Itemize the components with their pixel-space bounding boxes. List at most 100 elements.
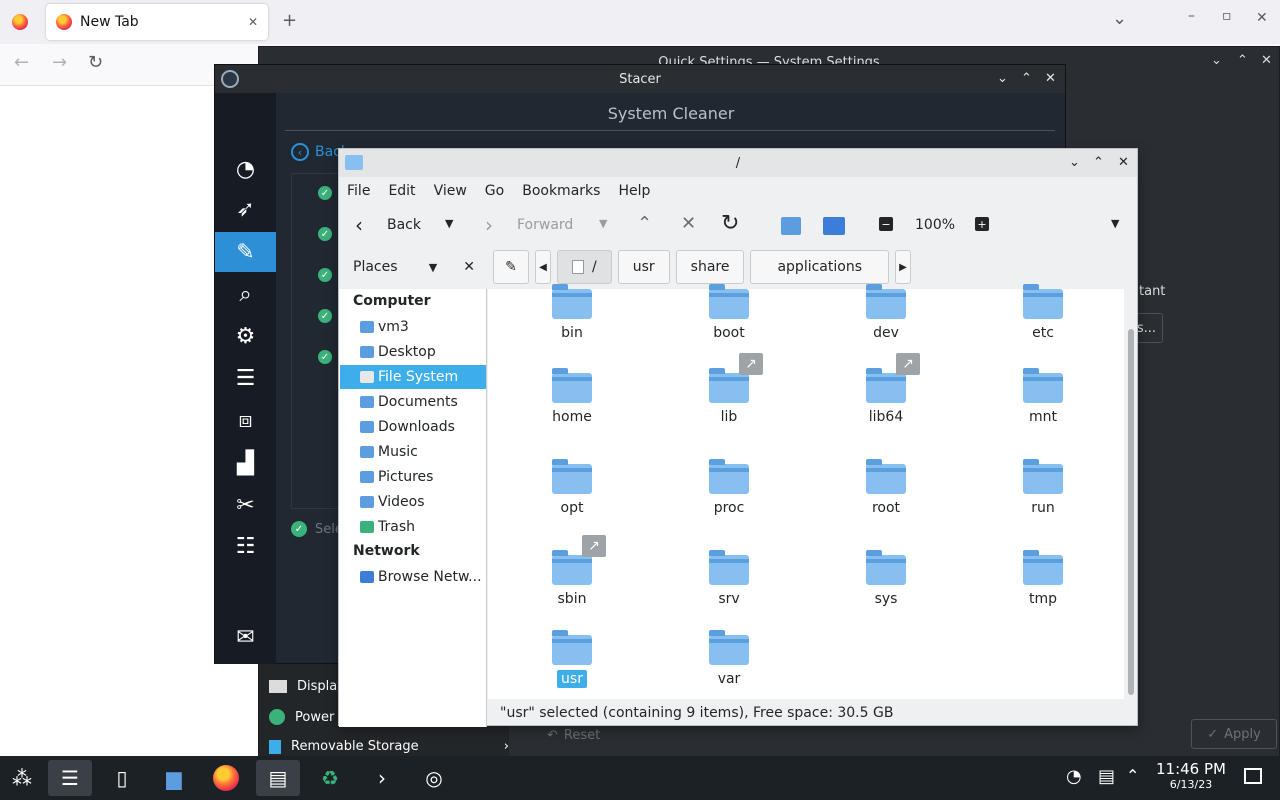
reload-icon[interactable]: ↻ <box>721 211 739 236</box>
folder-item[interactable]: srv <box>681 545 777 607</box>
breadcrumb-usr[interactable]: usr <box>617 250 670 284</box>
reload-icon[interactable]: ↻ <box>88 52 103 73</box>
settings-minimize-icon[interactable]: ⌄ <box>1211 53 1222 68</box>
forward-arrow-icon[interactable]: › <box>485 213 493 237</box>
folder-item[interactable]: mnt <box>995 363 1091 425</box>
scrollbar-thumb[interactable] <box>1128 329 1134 695</box>
check-circle-icon[interactable]: ✓ <box>318 268 332 282</box>
startup-rocket-icon[interactable]: ➶ <box>215 189 276 229</box>
firefox-icon[interactable] <box>204 760 248 796</box>
sidebar-item-removable-storage[interactable]: Removable Storage › <box>269 739 509 754</box>
forward-dropdown-icon[interactable]: ▼ <box>599 217 607 230</box>
place-videos[interactable]: Videos <box>340 490 486 514</box>
folder-item[interactable]: root <box>838 454 934 516</box>
resources-chart-icon[interactable]: ▟ <box>215 443 276 483</box>
sidebar-item-display[interactable]: Display <box>269 679 345 694</box>
folder-item[interactable]: sys <box>838 545 934 607</box>
feedback-icon[interactable]: ✉ <box>215 617 276 657</box>
folder-item[interactable]: usr <box>524 625 620 688</box>
zoom-out-icon[interactable]: − <box>879 217 893 231</box>
stacer-minimize-icon[interactable]: ⌄ <box>997 71 1008 86</box>
tray-expand-icon[interactable]: ⌃ <box>1126 766 1139 785</box>
helpers-tools-icon[interactable]: ✂ <box>215 485 276 525</box>
clipboard-icon[interactable]: ▤ <box>1098 766 1115 787</box>
folder-item[interactable]: proc <box>681 454 777 516</box>
fm-close-icon[interactable]: ✕ <box>1118 155 1129 170</box>
pcmanfm-icon[interactable]: ▤ <box>256 760 300 796</box>
folder-item[interactable]: var <box>681 625 777 687</box>
menu-edit[interactable]: Edit <box>388 183 415 199</box>
settings-close-icon[interactable]: ✕ <box>1261 53 1272 68</box>
places-close-icon[interactable]: ✕ <box>463 259 475 275</box>
list-all-tabs-icon[interactable]: ⌄ <box>1112 8 1127 29</box>
recycle-icon[interactable]: ♻ <box>308 760 352 796</box>
terminal-icon[interactable]: › <box>360 760 404 796</box>
folder-item[interactable]: dev <box>838 279 934 341</box>
place-desktop[interactable]: Desktop <box>340 340 486 364</box>
toolbar-overflow-icon[interactable]: ▼ <box>1111 217 1119 230</box>
home-folder-icon[interactable] <box>781 217 801 235</box>
place-music[interactable]: Music <box>340 440 486 464</box>
settings-maximize-icon[interactable]: ⌃ <box>1237 53 1248 68</box>
folder-item[interactable]: run <box>995 454 1091 516</box>
back-dropdown-icon[interactable]: ▼ <box>445 217 453 230</box>
check-circle-icon[interactable]: ✓ <box>318 350 332 364</box>
check-circle-icon[interactable]: ✓ <box>318 309 332 323</box>
menu-view[interactable]: View <box>434 183 467 199</box>
new-tab-icon[interactable]: + <box>282 10 297 31</box>
folder-item[interactable]: bin <box>524 279 620 341</box>
place-vm3[interactable]: vm3 <box>340 315 486 339</box>
zoom-in-icon[interactable]: + <box>975 217 989 231</box>
folder-item[interactable]: opt <box>524 454 620 516</box>
menu-file[interactable]: File <box>347 183 370 199</box>
stop-icon[interactable]: ✕ <box>681 213 696 234</box>
window-close-icon[interactable]: ✕ <box>1256 10 1268 26</box>
check-circle-icon[interactable]: ✓ <box>318 227 332 241</box>
menu-bookmarks[interactable]: Bookmarks <box>522 183 600 199</box>
stacer-icon[interactable]: ◎ <box>412 760 456 796</box>
menu-go[interactable]: Go <box>485 183 504 199</box>
place-file-system[interactable]: File System <box>340 365 486 389</box>
folder-item[interactable]: etc <box>995 279 1091 341</box>
place-pictures[interactable]: Pictures <box>340 465 486 489</box>
back-button[interactable]: Back <box>387 217 421 233</box>
fm-maximize-icon[interactable]: ⌃ <box>1093 155 1104 170</box>
forward-button[interactable]: Forward <box>517 217 573 233</box>
folder-item[interactable]: ↗ lib64 <box>838 353 934 425</box>
place-downloads[interactable]: Downloads <box>340 415 486 439</box>
stacer-maximize-icon[interactable]: ⌃ <box>1021 71 1032 86</box>
folder-item[interactable]: ↗ sbin <box>524 535 620 607</box>
search-icon[interactable]: ⌕ <box>215 274 276 314</box>
minimize-icon[interactable]: – <box>1188 8 1195 24</box>
sidebar-item-power[interactable]: Power <box>269 709 334 725</box>
fm-minimize-icon[interactable]: ⌄ <box>1069 155 1080 170</box>
close-tab-icon[interactable]: ✕ <box>248 15 258 29</box>
firefox-icon[interactable] <box>12 14 28 30</box>
scrollbar[interactable] <box>1125 289 1137 699</box>
folder-item[interactable]: ↗ lib <box>681 353 777 425</box>
system-settings-icon[interactable]: ☰ <box>48 760 92 796</box>
show-desktop-icon[interactable] <box>1244 768 1262 784</box>
check-circle-icon[interactable]: ✓ <box>318 186 332 200</box>
folder-item[interactable]: boot <box>681 279 777 341</box>
up-icon[interactable]: ⌃ <box>637 213 652 234</box>
settings-sliders-icon[interactable]: ☷ <box>215 526 276 566</box>
place-trash[interactable]: Trash <box>340 515 486 539</box>
services-gears-icon[interactable]: ⚙ <box>215 316 276 356</box>
cleaner-broom-icon[interactable]: ✎ <box>215 232 276 272</box>
processes-icon[interactable]: ☰ <box>215 358 276 398</box>
uninstaller-icon[interactable]: ⧈ <box>215 400 276 440</box>
menu-help[interactable]: Help <box>618 183 650 199</box>
apply-button[interactable]: ✓ Apply <box>1191 719 1277 749</box>
forward-icon[interactable]: → <box>52 52 67 73</box>
app-launcher-icon[interactable]: ⁂ <box>0 760 44 796</box>
select-all-checkbox[interactable]: ✓ Sele <box>291 521 343 537</box>
stacer-close-icon[interactable]: ✕ <box>1045 71 1056 86</box>
text-file-icon[interactable]: ▯ <box>100 760 144 796</box>
place-browse-network[interactable]: Browse Netw... <box>340 565 486 589</box>
dashboard-icon[interactable]: ◔ <box>215 149 276 189</box>
system-monitor-icon[interactable]: ◔ <box>1066 766 1082 787</box>
clock[interactable]: 11:46 PM 6/13/23 <box>1150 760 1232 791</box>
place-documents[interactable]: Documents <box>340 390 486 414</box>
computer-icon[interactable] <box>823 217 845 235</box>
